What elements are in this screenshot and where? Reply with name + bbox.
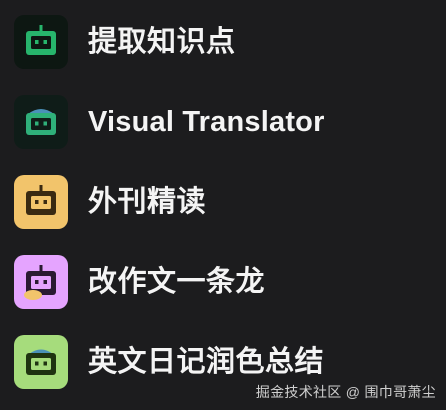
robot-icon <box>24 265 56 300</box>
bot-avatar-tile <box>14 335 68 389</box>
bot-list: 提取知识点 Visual Translator 外刊精读 改作文一条龙 英文日记… <box>0 0 446 410</box>
bot-item-label: Visual Translator <box>88 105 325 138</box>
robot-icon <box>26 349 56 375</box>
watermark: 掘金技术社区 @ 围巾哥萧尘 <box>255 384 436 400</box>
robot-icon <box>26 109 56 135</box>
bot-item-visual-translator[interactable]: Visual Translator <box>14 94 434 150</box>
bot-item-label: 改作文一条龙 <box>88 265 266 298</box>
bot-item-essay-revision[interactable]: 改作文一条龙 <box>14 254 434 310</box>
bot-item-label: 外刊精读 <box>88 185 207 218</box>
robot-icon <box>26 25 56 55</box>
bot-item-foreign-journal-reading[interactable]: 外刊精读 <box>14 174 434 230</box>
bot-item-label: 提取知识点 <box>88 25 236 58</box>
bot-item-extract-knowledge[interactable]: 提取知识点 <box>14 14 434 70</box>
bot-avatar-tile <box>14 255 68 309</box>
bot-item-label: 英文日记润色总结 <box>88 345 325 378</box>
robot-icon <box>26 185 56 215</box>
bot-avatar-tile <box>14 175 68 229</box>
bot-avatar-tile <box>14 15 68 69</box>
bot-avatar-tile <box>14 95 68 149</box>
